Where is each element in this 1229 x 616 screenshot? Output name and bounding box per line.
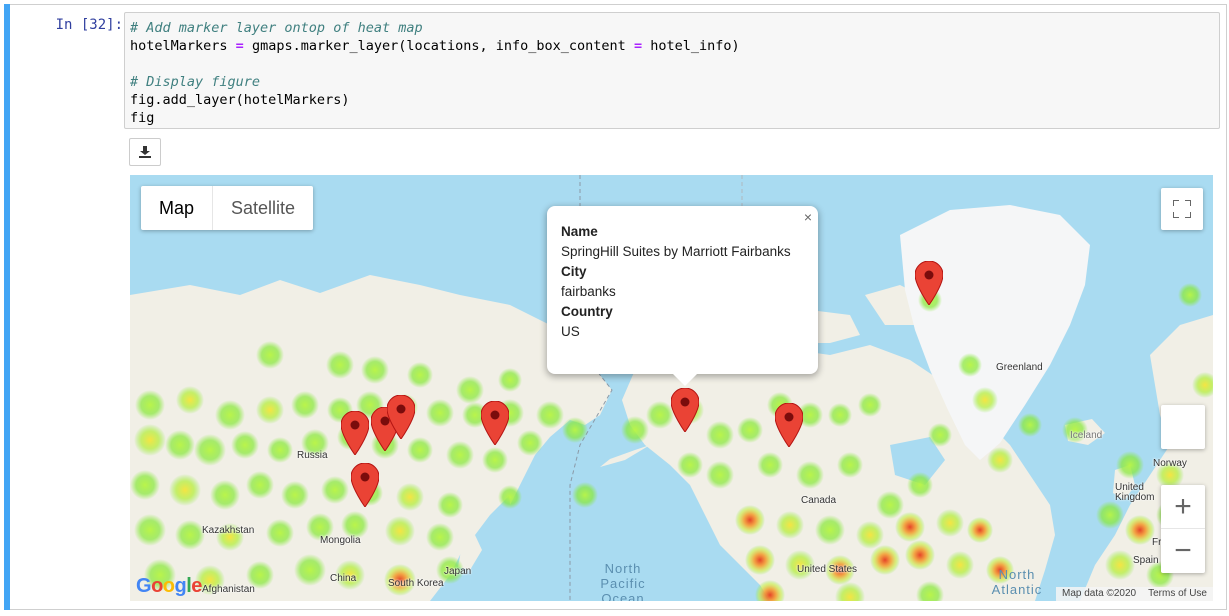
- cell-selection-bar: [4, 4, 10, 610]
- info-name-value: SpringHill Suites by Marriott Fairbanks: [561, 244, 791, 259]
- label-china: China: [330, 573, 357, 584]
- download-icon: [139, 146, 151, 158]
- code-comment: # Add marker layer ontop of heat map: [130, 20, 423, 36]
- map-attribution: Map data ©2020 Terms of Use: [1056, 587, 1213, 601]
- fullscreen-button[interactable]: [1161, 188, 1203, 230]
- label-mongolia: Mongolia: [320, 535, 361, 546]
- map-type-control: Map Satellite: [141, 186, 314, 230]
- zoom-out-button[interactable]: −: [1161, 529, 1205, 573]
- code-comment: # Display figure: [130, 74, 261, 90]
- google-logo[interactable]: Google: [136, 575, 202, 598]
- label-japan: Japan: [444, 566, 472, 577]
- map-type-map-button[interactable]: Map: [141, 186, 214, 230]
- label-north-atlantic-ocean: North Atlantic: [991, 567, 1043, 597]
- close-icon[interactable]: ×: [804, 207, 812, 227]
- info-city-key: City: [561, 264, 587, 279]
- code-editor[interactable]: # Add marker layer ontop of heat map hot…: [124, 12, 1220, 129]
- cell-prompt: In [32]:: [55, 17, 123, 33]
- code-text[interactable]: # Add marker layer ontop of heat map hot…: [125, 13, 1219, 133]
- street-view-button[interactable]: [1161, 405, 1205, 449]
- info-city-value: fairbanks: [561, 284, 616, 299]
- terms-of-use-link[interactable]: Terms of Use: [1142, 587, 1213, 601]
- zoom-control: + −: [1161, 485, 1205, 573]
- map-type-satellite-button[interactable]: Satellite: [213, 186, 313, 230]
- info-country-value: US: [561, 324, 580, 339]
- info-window: × Name SpringHill Suites by Marriott Fai…: [547, 206, 818, 386]
- code-line: fig: [130, 110, 155, 126]
- fullscreen-icon: [1173, 200, 1191, 218]
- label-norway: Norway: [1153, 458, 1187, 469]
- label-russia: Russia: [297, 450, 328, 461]
- map-data-credit: Map data ©2020: [1062, 588, 1137, 599]
- label-afghanistan: Afghanistan: [202, 584, 255, 595]
- zoom-in-button[interactable]: +: [1161, 485, 1205, 529]
- info-name-key: Name: [561, 224, 598, 239]
- label-iceland: Iceland: [1070, 430, 1103, 441]
- label-kazakhstan: Kazakhstan: [202, 525, 255, 536]
- code-line: fig.add_layer(hotelMarkers): [130, 92, 350, 108]
- map-widget[interactable]: Russia Kazakhstan Mongolia China South K…: [130, 175, 1213, 601]
- code-line: hotelMarkers = gmaps.marker_layer(locati…: [130, 38, 740, 54]
- label-united-kingdom: United Kingdom: [1115, 482, 1155, 503]
- download-button[interactable]: [129, 138, 161, 166]
- info-country-key: Country: [561, 304, 613, 319]
- label-canada: Canada: [801, 495, 837, 506]
- label-spain: Spain: [1133, 555, 1159, 566]
- notebook-cell[interactable]: In [32]: # Add marker layer ontop of hea…: [4, 4, 1227, 610]
- label-north-pacific-ocean: North Pacific Ocean: [600, 561, 646, 601]
- label-greenland: Greenland: [996, 362, 1043, 373]
- label-south-korea: South Korea: [388, 578, 444, 589]
- info-window-tail: [673, 374, 697, 386]
- label-united-states: United States: [797, 564, 858, 575]
